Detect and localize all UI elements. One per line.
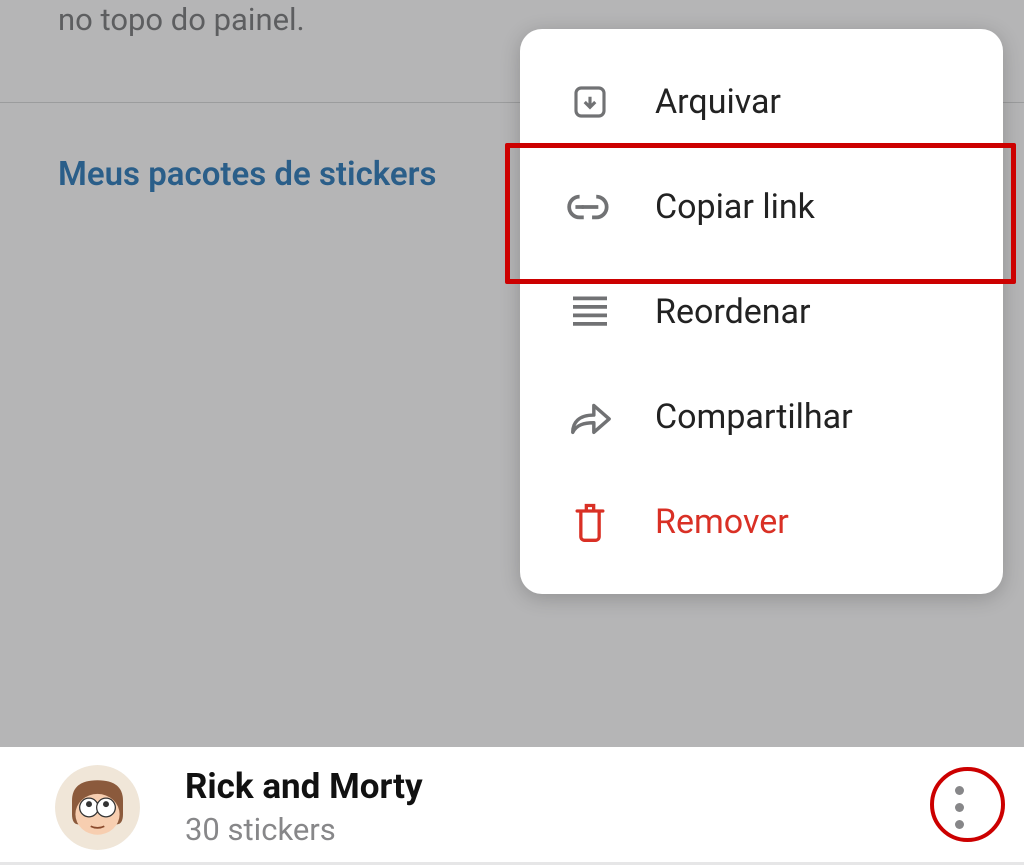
divider xyxy=(0,862,1024,865)
link-icon xyxy=(560,184,620,229)
more-dots-icon xyxy=(955,803,964,812)
menu-label-remove: Remover xyxy=(655,502,789,542)
description-text: no topo do painel. xyxy=(58,0,305,40)
trash-icon xyxy=(560,499,620,544)
menu-item-share[interactable]: Compartilhar xyxy=(520,364,1003,469)
menu-label-share: Compartilhar xyxy=(655,397,853,437)
more-options-button[interactable] xyxy=(934,782,984,832)
share-icon xyxy=(560,394,620,439)
menu-label-copy-link: Copiar link xyxy=(655,187,815,227)
more-dots-icon xyxy=(955,820,964,829)
menu-label-archive: Arquivar xyxy=(655,82,781,122)
sticker-pack-name: Rick and Morty xyxy=(185,766,934,807)
menu-label-reorder: Reordenar xyxy=(655,292,811,332)
sticker-pack-row[interactable]: Rick and Morty 30 stickers xyxy=(0,747,1024,867)
archive-icon xyxy=(560,79,620,124)
sticker-pack-count: 30 stickers xyxy=(185,811,934,848)
sticker-pack-avatar xyxy=(55,765,140,850)
menu-item-copy-link[interactable]: Copiar link xyxy=(520,154,1003,259)
menu-item-reorder[interactable]: Reordenar xyxy=(520,259,1003,364)
section-header: Meus pacotes de stickers xyxy=(58,155,436,194)
menu-item-archive[interactable]: Arquivar xyxy=(520,49,1003,154)
more-dots-icon xyxy=(955,786,964,795)
menu-item-remove[interactable]: Remover xyxy=(520,469,1003,574)
context-menu: Arquivar Copiar link Reordenar Comp xyxy=(520,29,1003,594)
reorder-icon xyxy=(560,289,620,334)
sticker-pack-info: Rick and Morty 30 stickers xyxy=(185,766,934,848)
